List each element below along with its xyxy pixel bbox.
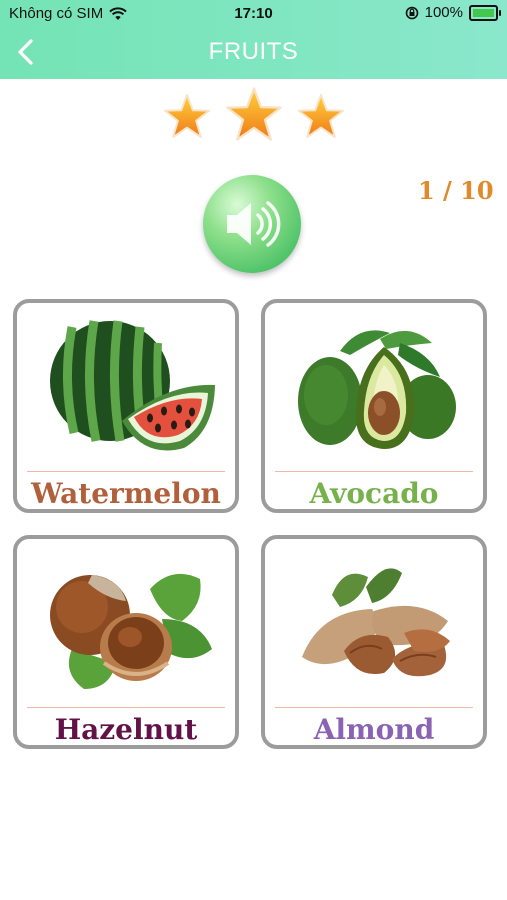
status-bar: Không có SIM 17:10 100% — [0, 0, 507, 28]
battery-percent: 100% — [424, 4, 463, 21]
star-icon — [163, 93, 210, 139]
speaker-icon — [227, 201, 281, 247]
watermelon-image — [50, 320, 215, 451]
avocado-image — [298, 330, 456, 449]
answer-card-watermelon[interactable]: Watermelon — [13, 299, 239, 513]
answer-card-avocado[interactable]: Avocado — [261, 299, 487, 513]
almond-image — [302, 568, 450, 677]
rotation-lock-icon — [405, 6, 418, 19]
card-divider — [27, 471, 225, 472]
card-label: Watermelon — [31, 477, 221, 510]
page-title: FRUITS — [208, 38, 299, 65]
question-counter: 1 / 10 — [418, 176, 494, 205]
answer-card-hazelnut[interactable]: Hazelnut — [13, 535, 239, 749]
card-divider — [275, 707, 473, 708]
app-header: Không có SIM 17:10 100% FRUITS — [0, 0, 507, 79]
card-label: Avocado — [309, 477, 439, 510]
card-divider — [27, 707, 225, 708]
answer-card-almond[interactable]: Almond — [261, 535, 487, 749]
card-divider — [275, 471, 473, 472]
star-rating — [0, 86, 507, 146]
star-icon — [226, 87, 282, 141]
star-icon — [298, 93, 344, 139]
status-right: 100% — [405, 4, 501, 21]
battery-icon — [469, 4, 501, 21]
hazelnut-image — [50, 573, 212, 689]
card-label: Almond — [313, 713, 435, 746]
card-label: Hazelnut — [54, 713, 198, 746]
play-sound-button[interactable] — [203, 175, 301, 273]
